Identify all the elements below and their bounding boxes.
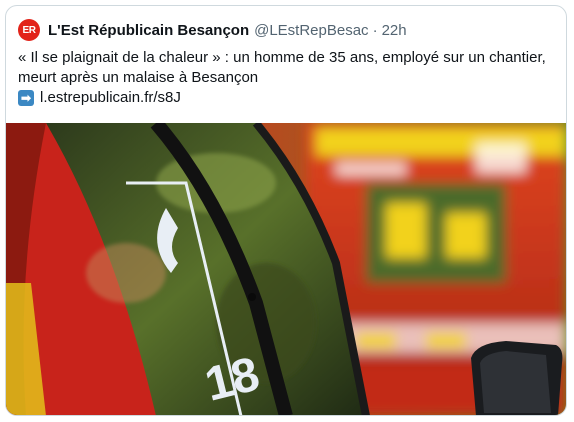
tweet-header: ER L'Est Républicain Besançon @LEstRepBe… [18, 18, 407, 42]
link-line: ➡ l.estrepublicain.fr/s8J [18, 88, 558, 108]
tweet-time[interactable]: 22h [382, 22, 407, 39]
separator-dot: · [372, 21, 378, 39]
tweet-text-line: « Il se plaignait de la chaleur » : un h… [18, 49, 546, 66]
tweet-text-line: meurt après un malaise à Besançon [18, 69, 259, 86]
article-link[interactable]: l.estrepublicain.fr/s8J [40, 88, 181, 108]
tweet-text: « Il se plaignait de la chaleur » : un h… [18, 48, 558, 108]
fire-truck-photo: 18 [6, 123, 566, 415]
right-arrow-icon: ➡ [18, 90, 34, 106]
tweet-image[interactable]: 18 [6, 123, 566, 415]
author-handle[interactable]: @LEstRepBesac [254, 22, 368, 39]
avatar[interactable]: ER [18, 19, 40, 41]
author-name[interactable]: L'Est Républicain Besançon [48, 22, 249, 39]
tweet-card[interactable]: ER L'Est Républicain Besançon @LEstRepBe… [5, 5, 567, 416]
